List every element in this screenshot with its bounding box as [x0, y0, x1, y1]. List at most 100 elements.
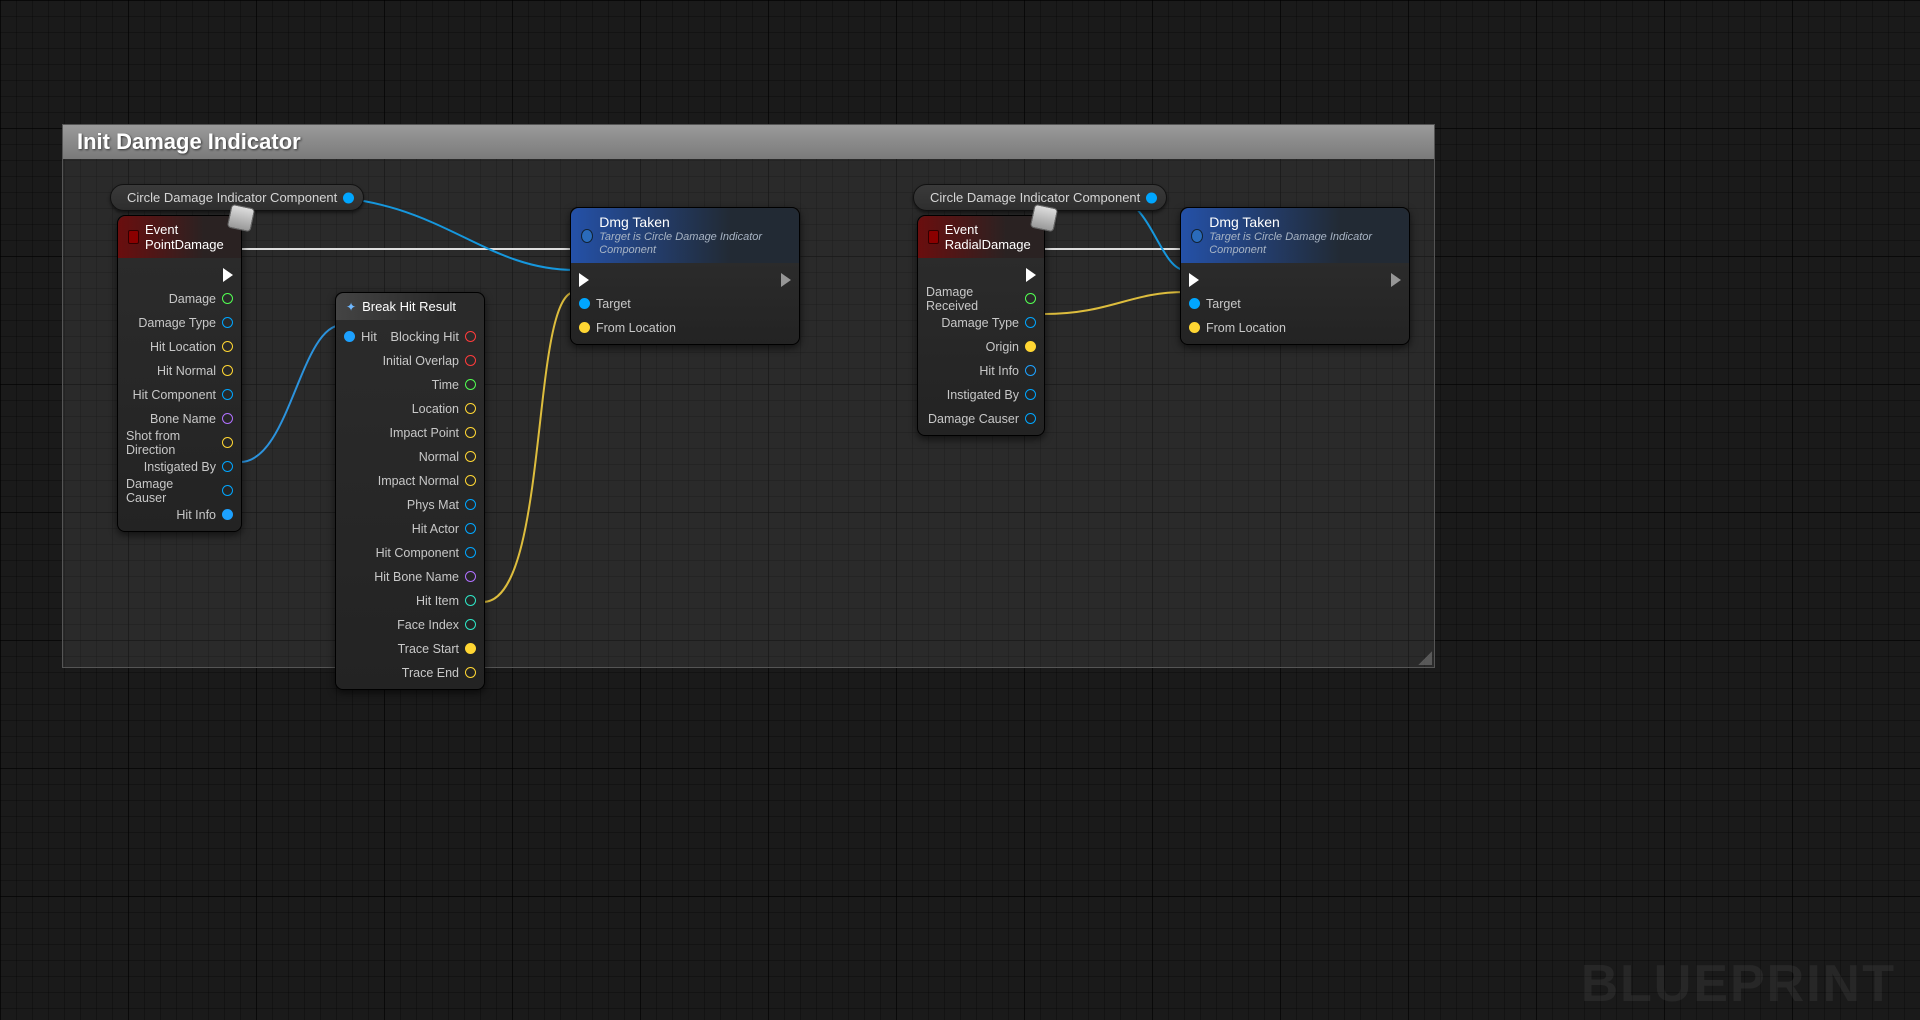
pin-label: Hit Normal	[157, 364, 216, 378]
node-event-radial-damage[interactable]: Event RadialDamage Damage Received Damag…	[917, 215, 1045, 436]
node-header[interactable]: Event PointDamage	[118, 216, 241, 258]
function-icon	[581, 229, 593, 243]
pin-label: Hit Component	[133, 388, 216, 402]
pin-label: Damage	[169, 292, 216, 306]
pin-label: Instigated By	[947, 388, 1019, 402]
pin-label: Trace End	[402, 666, 459, 680]
node-header[interactable]: Dmg Taken Target is Circle Damage Indica…	[1181, 208, 1409, 263]
pin-label: Hit Item	[416, 594, 459, 608]
node-header[interactable]: Dmg Taken Target is Circle Damage Indica…	[571, 208, 799, 263]
output-pin[interactable]	[222, 485, 233, 496]
input-pin[interactable]	[1189, 322, 1200, 333]
output-pin[interactable]	[222, 413, 233, 424]
output-pin[interactable]	[465, 403, 476, 414]
output-pin[interactable]	[465, 379, 476, 390]
output-pin[interactable]	[465, 499, 476, 510]
output-pin[interactable]	[222, 365, 233, 376]
output-pin[interactable]	[465, 475, 476, 486]
output-pin[interactable]	[1025, 341, 1036, 352]
node-title: Dmg Taken	[1209, 214, 1280, 230]
exec-out-pin[interactable]	[781, 273, 791, 287]
output-pin[interactable]	[465, 619, 476, 630]
output-pin[interactable]	[222, 317, 233, 328]
node-break-hit-result[interactable]: ✦ Break Hit Result Hit Blocking Hit Init…	[335, 292, 485, 690]
node-title: Break Hit Result	[362, 299, 456, 314]
pin-label: Origin	[986, 340, 1019, 354]
reflection-icon	[1030, 204, 1058, 232]
event-icon	[128, 230, 139, 244]
output-pin[interactable]	[465, 667, 476, 678]
pin-label: Hit Info	[176, 508, 216, 522]
pin-label: Hit Info	[979, 364, 1019, 378]
pin-label: Phys Mat	[407, 498, 459, 512]
node-dmg-taken-left[interactable]: Dmg Taken Target is Circle Damage Indica…	[570, 207, 800, 345]
input-pin[interactable]	[344, 331, 355, 342]
exec-in-pin[interactable]	[579, 273, 589, 287]
output-pin[interactable]	[222, 437, 233, 448]
input-pin[interactable]	[1189, 298, 1200, 309]
output-pin[interactable]	[1025, 413, 1036, 424]
exec-in-pin[interactable]	[1189, 273, 1199, 287]
node-header[interactable]: Event RadialDamage	[918, 216, 1044, 258]
output-pin[interactable]	[465, 643, 476, 654]
pin-label: Blocking Hit	[390, 329, 459, 344]
output-pin[interactable]	[465, 523, 476, 534]
pin-label: Instigated By	[144, 460, 216, 474]
output-pin[interactable]	[1146, 192, 1157, 203]
output-pin[interactable]	[222, 389, 233, 400]
exec-out-pin[interactable]	[223, 268, 233, 282]
node-title: Event PointDamage	[145, 222, 231, 252]
comment-resize-handle[interactable]	[1418, 651, 1432, 665]
function-icon	[1191, 229, 1203, 243]
output-pin[interactable]	[465, 355, 476, 366]
output-pin[interactable]	[1025, 389, 1036, 400]
exec-out-pin[interactable]	[1391, 273, 1401, 287]
pin-label: Target	[1206, 297, 1241, 311]
output-pin[interactable]	[465, 571, 476, 582]
output-pin[interactable]	[222, 341, 233, 352]
pin-label: Hit Actor	[412, 522, 459, 536]
output-pin[interactable]	[343, 192, 354, 203]
pin-label: Hit Component	[376, 546, 459, 560]
output-pin[interactable]	[222, 293, 233, 304]
node-event-point-damage[interactable]: Event PointDamage Damage Damage Type Hit…	[117, 215, 242, 532]
node-title: Dmg Taken	[599, 214, 670, 230]
watermark: BLUEPRINT	[1580, 954, 1896, 1014]
input-pin[interactable]	[579, 322, 590, 333]
output-pin[interactable]	[222, 461, 233, 472]
pin-label: Damage Causer	[928, 412, 1019, 426]
exec-out-pin[interactable]	[1026, 268, 1036, 282]
output-pin[interactable]	[1025, 317, 1036, 328]
pin-label: Location	[412, 402, 459, 416]
pin-label: Hit	[361, 329, 377, 344]
reflection-icon	[227, 204, 255, 232]
output-pin[interactable]	[1025, 365, 1036, 376]
output-pin[interactable]	[465, 427, 476, 438]
output-pin[interactable]	[465, 331, 476, 342]
pin-label: Damage Received	[926, 285, 1019, 313]
pin-label: Normal	[419, 450, 459, 464]
pin-label: Shot from Direction	[126, 429, 216, 457]
pin-label: Initial Overlap	[383, 354, 459, 368]
output-pin[interactable]	[465, 595, 476, 606]
pin-label: Damage Type	[138, 316, 216, 330]
event-icon	[928, 230, 939, 244]
pin-label: Face Index	[397, 618, 459, 632]
comment-title[interactable]: Init Damage Indicator	[63, 125, 1434, 159]
node-subtitle: Target is Circle Damage Indicator Compon…	[1209, 231, 1399, 257]
pin-label: Damage Causer	[126, 477, 216, 505]
pin-label: Impact Normal	[378, 474, 459, 488]
pin-label: Damage Type	[941, 316, 1019, 330]
pin-label: Hit Bone Name	[374, 570, 459, 584]
output-pin[interactable]	[465, 547, 476, 558]
pin-label: From Location	[1206, 321, 1286, 335]
pin-label: Hit Location	[150, 340, 216, 354]
node-title: Event RadialDamage	[945, 222, 1034, 252]
node-dmg-taken-right[interactable]: Dmg Taken Target is Circle Damage Indica…	[1180, 207, 1410, 345]
output-pin[interactable]	[465, 451, 476, 462]
node-header[interactable]: ✦ Break Hit Result	[336, 293, 484, 320]
variable-label: Circle Damage Indicator Component	[930, 190, 1140, 205]
output-pin[interactable]	[222, 509, 233, 520]
output-pin[interactable]	[1025, 293, 1036, 304]
input-pin[interactable]	[579, 298, 590, 309]
